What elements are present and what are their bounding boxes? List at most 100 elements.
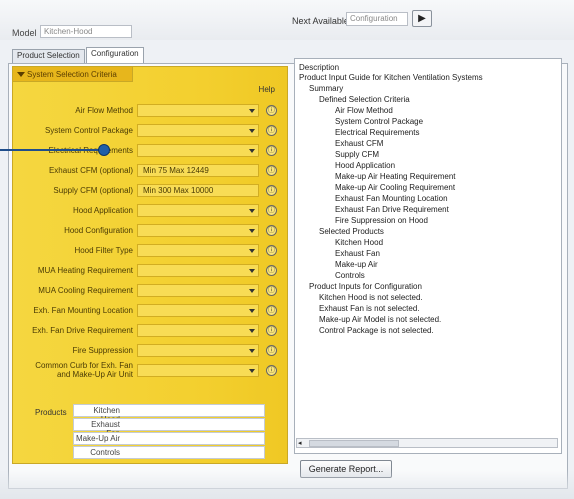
info-icon[interactable]: ⓘ xyxy=(266,165,277,176)
criteria-select[interactable] xyxy=(137,264,259,277)
criteria-label: Fire Suppression xyxy=(72,346,133,355)
criteria-select[interactable] xyxy=(137,144,259,157)
description-line: Air Flow Method xyxy=(335,106,393,115)
criteria-label: Air Flow Method xyxy=(75,106,133,115)
collapse-triangle-icon[interactable] xyxy=(17,72,25,77)
criteria-label: MUA Heating Requirement xyxy=(37,266,133,275)
description-line: Electrical Requirements xyxy=(335,128,420,137)
description-line: Make-up Air xyxy=(335,260,378,269)
criteria-select[interactable] xyxy=(137,304,259,317)
info-icon[interactable]: ⓘ xyxy=(266,105,277,116)
chevron-down-icon[interactable] xyxy=(249,229,255,233)
criteria-select[interactable] xyxy=(137,204,259,217)
chevron-down-icon[interactable] xyxy=(249,309,255,313)
info-icon[interactable]: ⓘ xyxy=(266,265,277,276)
info-icon[interactable]: ⓘ xyxy=(266,345,277,356)
next-button[interactable]: ▶ xyxy=(412,10,432,27)
criteria-label: Exh. Fan Mounting Location xyxy=(33,306,133,315)
info-icon[interactable]: ⓘ xyxy=(266,365,277,376)
criteria-select[interactable] xyxy=(137,364,259,377)
model-field[interactable]: Kitchen-Hood xyxy=(40,25,132,38)
description-line: Controls xyxy=(335,271,365,280)
description-line: Exhaust Fan xyxy=(335,249,380,258)
description-line: Make-up Air Model is not selected. xyxy=(319,315,442,324)
product-row[interactable]: Kitchen Hood xyxy=(73,404,265,424)
description-line: Summary xyxy=(309,84,344,93)
criteria-label: Hood Filter Type xyxy=(74,246,133,255)
chevron-down-icon[interactable] xyxy=(249,349,255,353)
criteria-select[interactable] xyxy=(137,224,259,237)
product-row[interactable]: Exhaust Fan xyxy=(73,418,265,438)
info-icon[interactable]: ⓘ xyxy=(266,325,277,336)
chevron-down-icon[interactable] xyxy=(249,289,255,293)
criteria-label: Exhaust CFM (optional) xyxy=(48,166,133,175)
chevron-down-icon[interactable] xyxy=(249,329,255,333)
criteria-label: MUA Cooling Requirement xyxy=(38,286,133,295)
description-line: Selected Products xyxy=(319,227,384,236)
description-line: Product Inputs for Configuration xyxy=(309,282,422,291)
product-name: Make-Up Air xyxy=(76,434,121,443)
criteria-select[interactable] xyxy=(137,324,259,337)
criteria-panel: System Selection Criteria Help Air Flow … xyxy=(12,66,288,464)
criteria-label: Hood Configuration xyxy=(64,226,133,235)
criteria-label: System Control Package xyxy=(44,126,133,135)
criteria-value: Min 75 Max 12449 xyxy=(143,166,209,175)
criteria-select[interactable] xyxy=(137,124,259,137)
description-line: Hood Application xyxy=(335,161,396,170)
description-line: Exhaust Fan Drive Requirement xyxy=(335,205,449,214)
section-title: System Selection Criteria xyxy=(27,70,117,79)
chevron-down-icon[interactable] xyxy=(249,209,255,213)
product-row[interactable]: Make-Up Air xyxy=(73,432,265,445)
criteria-select[interactable] xyxy=(137,104,259,117)
info-icon[interactable]: ⓘ xyxy=(266,285,277,296)
section-header-criteria[interactable]: System Selection Criteria xyxy=(13,67,133,82)
product-row[interactable]: Controls xyxy=(73,446,265,459)
criteria-label: Common Curb for Exh. Fan and Make-Up Air… xyxy=(35,361,133,379)
chevron-down-icon[interactable] xyxy=(249,369,255,373)
tab-product-selection[interactable]: Product Selection xyxy=(12,49,85,63)
description-scrollbar[interactable]: ◂ xyxy=(296,438,558,448)
chevron-down-icon[interactable] xyxy=(249,269,255,273)
description-line: Make-up Air Cooling Requirement xyxy=(335,183,456,192)
description-header: Description xyxy=(299,63,340,72)
description-line: Make-up Air Heating Requirement xyxy=(335,172,456,181)
info-icon[interactable]: ⓘ xyxy=(266,305,277,316)
info-icon[interactable]: ⓘ xyxy=(266,245,277,256)
products-label: Products xyxy=(35,408,67,417)
scroll-left-icon[interactable]: ◂ xyxy=(298,439,302,447)
chevron-down-icon[interactable] xyxy=(249,109,255,113)
info-icon[interactable]: ⓘ xyxy=(266,185,277,196)
criteria-select[interactable] xyxy=(137,244,259,257)
criteria-value: Min 300 Max 10000 xyxy=(143,186,214,195)
description-line: Fire Suppression on Hood xyxy=(335,216,428,225)
info-icon[interactable]: ⓘ xyxy=(266,125,277,136)
callout-dot xyxy=(98,144,110,156)
description-line: Exhaust CFM xyxy=(335,139,384,148)
next-available-field[interactable]: Configuration xyxy=(346,12,408,26)
description-line: System Control Package xyxy=(335,117,424,126)
chevron-down-icon[interactable] xyxy=(249,129,255,133)
tab-configuration[interactable]: Configuration xyxy=(86,47,144,64)
bottom-fade xyxy=(0,470,574,499)
scroll-thumb[interactable] xyxy=(309,440,399,447)
info-icon[interactable]: ⓘ xyxy=(266,205,277,216)
criteria-label: Supply CFM (optional) xyxy=(53,186,133,195)
product-name: Controls xyxy=(90,448,120,457)
description-line: Kitchen Hood xyxy=(335,238,384,247)
criteria-select[interactable] xyxy=(137,344,259,357)
model-label: Model xyxy=(12,28,37,38)
description-line: Exhaust Fan is not selected. xyxy=(319,304,420,313)
description-line: Kitchen Hood is not selected. xyxy=(319,293,423,302)
criteria-label: Hood Application xyxy=(72,206,133,215)
info-icon[interactable]: ⓘ xyxy=(266,225,277,236)
criteria-select[interactable] xyxy=(137,284,259,297)
chevron-down-icon[interactable] xyxy=(249,149,255,153)
description-line: Exhaust Fan Mounting Location xyxy=(335,194,448,203)
callout-line xyxy=(0,149,102,151)
chevron-down-icon[interactable] xyxy=(249,249,255,253)
description-panel: Description Product Input Guide for Kitc… xyxy=(294,58,562,454)
description-line: Defined Selection Criteria xyxy=(319,95,410,104)
criteria-label: Exh. Fan Drive Requirement xyxy=(32,326,133,335)
description-line: Supply CFM xyxy=(335,150,380,159)
info-icon[interactable]: ⓘ xyxy=(266,145,277,156)
